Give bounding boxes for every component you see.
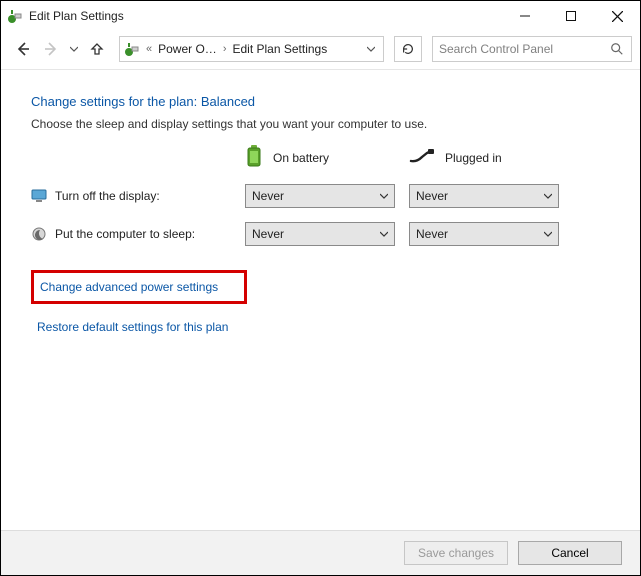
forward-button <box>39 37 63 61</box>
save-changes-button: Save changes <box>404 541 508 565</box>
column-plugged-in: Plugged in <box>409 148 559 167</box>
crumb-prefix: « <box>144 43 154 55</box>
row-sleep-label: Put the computer to sleep: <box>31 226 231 242</box>
page-heading: Change settings for the plan: Balanced <box>31 94 612 109</box>
main-content: Change settings for the plan: Balanced C… <box>1 70 640 348</box>
footer-bar: Save changes Cancel <box>1 530 640 575</box>
battery-icon <box>245 145 263 170</box>
page-subtext: Choose the sleep and display settings th… <box>31 117 612 131</box>
column-label-battery: On battery <box>273 151 329 165</box>
back-button[interactable] <box>11 37 35 61</box>
row-display-text: Turn off the display: <box>55 189 160 203</box>
advanced-power-settings-link[interactable]: Change advanced power settings <box>31 270 247 304</box>
recent-locations-button[interactable] <box>67 37 81 61</box>
column-label-plugged: Plugged in <box>445 151 502 165</box>
sleep-battery-value: Never <box>252 227 284 241</box>
sleep-plugged-combo[interactable]: Never <box>409 222 559 246</box>
plug-icon <box>409 148 435 167</box>
address-bar[interactable]: « Power O… › Edit Plan Settings <box>119 36 384 62</box>
address-dropdown[interactable] <box>363 42 379 56</box>
cancel-button[interactable]: Cancel <box>518 541 622 565</box>
breadcrumb-current[interactable]: Edit Plan Settings <box>232 42 327 56</box>
chevron-down-icon <box>380 227 388 241</box>
display-plugged-combo[interactable]: Never <box>409 184 559 208</box>
chevron-down-icon <box>544 227 552 241</box>
row-sleep-text: Put the computer to sleep: <box>55 227 195 241</box>
chevron-down-icon <box>380 189 388 203</box>
sleep-plugged-value: Never <box>416 227 448 241</box>
up-button[interactable] <box>85 37 109 61</box>
power-options-icon <box>124 41 140 57</box>
display-icon <box>31 188 47 204</box>
chevron-right-icon[interactable]: › <box>221 43 229 55</box>
window-title: Edit Plan Settings <box>29 9 124 23</box>
chevron-down-icon <box>544 189 552 203</box>
sleep-icon <box>31 226 47 242</box>
breadcrumb-parent[interactable]: Power O… <box>158 42 217 56</box>
app-icon <box>7 8 23 24</box>
search-box[interactable]: Search Control Panel <box>432 36 632 62</box>
search-placeholder: Search Control Panel <box>439 42 603 56</box>
restore-defaults-link[interactable]: Restore default settings for this plan <box>31 316 234 338</box>
close-button[interactable] <box>594 1 640 31</box>
nav-toolbar: « Power O… › Edit Plan Settings Search C… <box>1 31 640 67</box>
display-battery-value: Never <box>252 189 284 203</box>
search-icon[interactable] <box>603 42 631 56</box>
sleep-battery-combo[interactable]: Never <box>245 222 395 246</box>
column-on-battery: On battery <box>245 145 395 170</box>
display-plugged-value: Never <box>416 189 448 203</box>
maximize-button[interactable] <box>548 1 594 31</box>
row-display-label: Turn off the display: <box>31 188 231 204</box>
settings-grid: On battery Plugged in Turn off the displ… <box>31 145 612 246</box>
minimize-button[interactable] <box>502 1 548 31</box>
refresh-button[interactable] <box>394 36 422 62</box>
links-section: Change advanced power settings Restore d… <box>31 274 612 338</box>
title-bar: Edit Plan Settings <box>1 1 640 31</box>
display-battery-combo[interactable]: Never <box>245 184 395 208</box>
